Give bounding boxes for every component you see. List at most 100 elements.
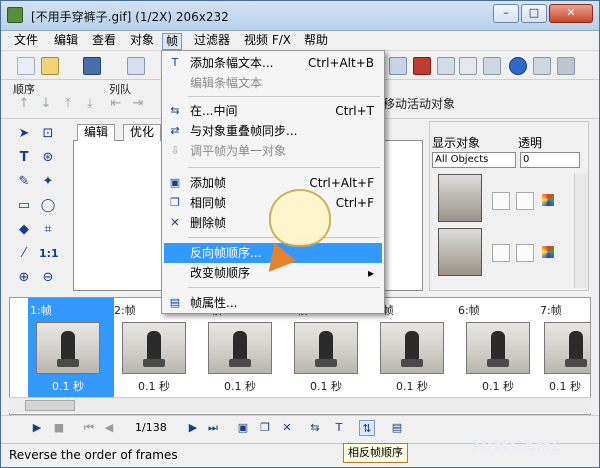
opacity-value: 0	[523, 154, 530, 165]
object-visible-checkbox[interactable]	[492, 244, 510, 262]
lasso-tool-icon[interactable]: ◯	[39, 197, 57, 215]
object-thumbnail[interactable]	[438, 174, 482, 222]
menu-item-sync-frames[interactable]: ⇄ 与对象重叠帧同步...	[164, 121, 382, 141]
menu-video-fx[interactable]: 视频 F/X	[241, 33, 294, 50]
frame-item[interactable]: 7:帧 0.1 秒	[540, 298, 590, 398]
zoom-out-icon[interactable]: ⊖	[39, 269, 57, 287]
last-frame-icon[interactable]: ⏭	[205, 420, 221, 436]
object-lock-checkbox[interactable]	[516, 192, 534, 210]
rotate-tool-icon[interactable]: ⊛	[39, 149, 57, 167]
stop-icon[interactable]: ■	[51, 420, 67, 436]
crop-tool-icon[interactable]: ⌗	[39, 221, 57, 239]
move-down-icon[interactable]: ↓	[37, 95, 55, 113]
menu-item-label: 帧属性...	[190, 296, 238, 310]
menu-file[interactable]: 文件	[11, 33, 41, 50]
maximize-button[interactable]: □	[521, 4, 547, 23]
first-frame-icon[interactable]: ⏮	[81, 420, 97, 436]
import-icon[interactable]	[127, 57, 145, 75]
menu-item-label: 添加帧	[190, 176, 227, 190]
objects-panel: 显示对象 透明 All Objects 0	[429, 121, 589, 291]
minimize-button[interactable]: –	[493, 4, 519, 23]
menu-object[interactable]: 对象	[127, 33, 157, 50]
text-tool-icon[interactable]: T	[15, 149, 33, 167]
move-up-icon[interactable]: ↑	[15, 95, 33, 113]
frame-duration: 0.1 秒	[396, 380, 428, 393]
mascot-icon	[269, 189, 331, 247]
close-button[interactable]: ✕	[549, 4, 593, 23]
play-icon[interactable]: ▶	[29, 420, 45, 436]
opacity-input[interactable]: 0	[520, 152, 580, 168]
title-bar: [不用手穿裤子.gif] (1/2X) 206x232 – □ ✕	[1, 1, 599, 31]
frame-tool-icon[interactable]	[389, 57, 407, 75]
new-file-icon[interactable]	[17, 57, 35, 75]
duplicate-frame-icon[interactable]: ❐	[257, 420, 273, 436]
move-top-icon[interactable]: ⤒	[59, 95, 77, 113]
select-arrow-icon[interactable]: ➤	[15, 125, 33, 143]
sync-icon: ⇄	[170, 124, 180, 137]
menu-item-edit-banner-text[interactable]: 编辑条幅文本	[164, 73, 382, 93]
frame-item[interactable]: 1:帧 0.1 秒	[28, 298, 114, 398]
open-folder-icon[interactable]	[41, 57, 59, 75]
menu-view[interactable]: 查看	[89, 33, 119, 50]
select-box-icon[interactable]: ⊡	[39, 125, 57, 143]
align-right-icon[interactable]: ⇥	[129, 95, 147, 113]
frame-counter: 1/138	[135, 421, 167, 434]
crop-tool-icon[interactable]	[459, 57, 477, 75]
object-lock-checkbox[interactable]	[516, 244, 534, 262]
delete-frame-icon[interactable]: ✕	[279, 420, 295, 436]
tab-edit[interactable]: 编辑	[77, 124, 116, 141]
objects-scrollbar[interactable]	[574, 174, 588, 288]
menu-help[interactable]: 帮助	[301, 33, 331, 50]
eyedropper-icon[interactable]: ⁄	[15, 245, 33, 263]
prev-frame-icon[interactable]: ◀	[101, 420, 117, 436]
optimize-icon[interactable]	[533, 57, 551, 75]
menu-item-label: 添加条幅文本...	[190, 56, 274, 70]
settings-tool-icon[interactable]	[483, 57, 501, 75]
save-icon[interactable]	[83, 57, 101, 75]
show-objects-select[interactable]: All Objects	[432, 152, 516, 168]
frame-item[interactable]: 6:帧 0.1 秒	[458, 298, 544, 398]
object-visible-checkbox[interactable]	[492, 192, 510, 210]
menu-item-label: 编辑条幅文本	[190, 76, 263, 90]
tab-optimize[interactable]: 优化	[123, 124, 162, 141]
banner-text-icon[interactable]: T	[331, 420, 347, 436]
preview-icon[interactable]	[557, 57, 575, 75]
flatten-icon: ⇩	[170, 144, 180, 157]
next-frame-icon[interactable]: ▶	[185, 420, 201, 436]
menu-edit[interactable]: 编辑	[51, 33, 81, 50]
menu-item-shortcut: Ctrl+T	[335, 104, 374, 118]
magic-wand-icon[interactable]: ✦	[39, 173, 57, 191]
move-bottom-icon[interactable]: ⤓	[81, 95, 99, 113]
copy-tool-icon[interactable]	[437, 57, 455, 75]
align-left-icon[interactable]: ⇤	[107, 95, 125, 113]
object-thumbnail[interactable]	[438, 228, 482, 276]
banner-text-icon: T	[171, 56, 179, 69]
menu-item-label: 调平帧为单一对象	[190, 144, 287, 158]
menu-frame[interactable]: 帧	[162, 33, 183, 50]
actual-size-icon[interactable]: 1:1	[39, 245, 59, 263]
menu-item-label: 在...中间	[190, 104, 238, 118]
watermark: 3DMGAME	[469, 437, 563, 455]
frame-properties-icon[interactable]: ▤	[389, 420, 405, 436]
menu-item-frame-properties[interactable]: ▤ 帧属性...	[164, 293, 382, 313]
reverse-frames-icon[interactable]: ⇅	[359, 420, 375, 436]
menu-item-tween[interactable]: ⇆ 在...中间 Ctrl+T	[164, 101, 382, 121]
menu-item-add-frame[interactable]: ▣ 添加帧 Ctrl+Alt+F	[164, 173, 382, 193]
tween-icon[interactable]: ⇆	[307, 420, 323, 436]
browser-icon[interactable]	[509, 57, 527, 75]
frames-scrollbar[interactable]	[9, 397, 591, 413]
scrollbar-thumb[interactable]	[25, 400, 75, 411]
menu-item-add-banner-text[interactable]: T 添加条幅文本... Ctrl+Alt+B	[164, 53, 382, 73]
frame-label: 2:帧	[114, 304, 136, 317]
add-frame-icon[interactable]: ▣	[235, 420, 251, 436]
show-objects-label: 显示对象	[432, 136, 481, 150]
menu-item-flatten-frame[interactable]: ⇩ 调平帧为单一对象	[164, 141, 382, 161]
zoom-in-icon[interactable]: ⊕	[15, 269, 33, 287]
menu-filter[interactable]: 过滤器	[191, 33, 233, 50]
brush-tool-icon[interactable]: ✎	[15, 173, 33, 191]
move-active-object-label: 移动活动对象	[383, 97, 456, 111]
menu-item-label: 改变帧顺序	[190, 266, 251, 280]
delete-tool-icon[interactable]	[413, 57, 431, 75]
fill-tool-icon[interactable]: ◆	[15, 221, 33, 239]
eraser-tool-icon[interactable]: ▭	[15, 197, 33, 215]
